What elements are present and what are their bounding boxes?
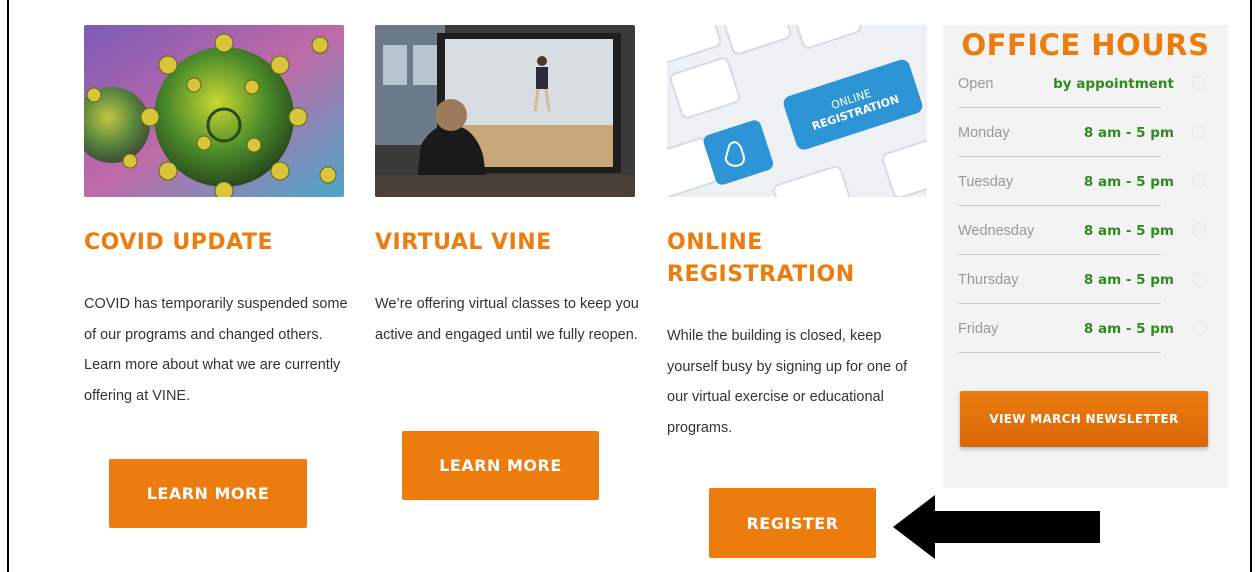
card-title: ONLINE REGISTRATION — [667, 230, 855, 287]
hours-row-wednesday: Wednesday 8 am - 5 pm — [958, 205, 1206, 255]
virtual-class-photo — [375, 25, 635, 197]
arrow-left-icon — [893, 495, 1100, 559]
card-description: While the building is closed, keep yours… — [667, 328, 908, 436]
keyboard-illustration: ONLINE REGISTRATION — [667, 25, 927, 197]
hours-row-friday: Friday 8 am - 5 pm — [958, 303, 1206, 353]
clock-icon — [1192, 223, 1206, 237]
clock-icon — [1192, 76, 1206, 90]
hours-time: 8 am - 5 pm — [1083, 223, 1174, 239]
hours-day: Open — [958, 76, 994, 92]
hours-time: 8 am - 5 pm — [1083, 125, 1174, 141]
virtual-class-image[interactable] — [375, 25, 635, 197]
hours-day: Thursday — [958, 272, 1019, 288]
card-title: COVID UPDATE — [84, 230, 273, 255]
hours-row-tuesday: Tuesday 8 am - 5 pm — [958, 156, 1206, 206]
hours-row-monday: Monday 8 am - 5 pm — [958, 107, 1206, 157]
covid-learn-more-button[interactable]: LEARN MORE — [109, 459, 307, 528]
card-description: COVID has temporarily suspended some of … — [84, 296, 348, 404]
clock-icon — [1192, 321, 1206, 335]
online-registration-keyboard-image[interactable]: ONLINE REGISTRATION — [667, 25, 927, 197]
clock-icon — [1192, 272, 1206, 286]
hours-time: 8 am - 5 pm — [1083, 174, 1174, 190]
hours-row-thursday: Thursday 8 am - 5 pm — [958, 254, 1206, 304]
hours-row-open: Open by appointment — [958, 58, 1206, 108]
card-description: We’re offering virtual classes to keep y… — [375, 296, 639, 343]
clock-icon — [1192, 125, 1206, 139]
coronavirus-illustration — [84, 25, 344, 197]
view-newsletter-button[interactable]: VIEW MARCH NEWSLETTER — [960, 391, 1208, 447]
hours-day: Wednesday — [958, 223, 1035, 239]
clock-icon — [1192, 174, 1206, 188]
virtual-vine-learn-more-button[interactable]: LEARN MORE — [402, 431, 599, 500]
hours-time: by appointment — [1053, 76, 1174, 92]
hours-day: Friday — [958, 321, 999, 337]
hours-day: Tuesday — [958, 174, 1014, 190]
register-button[interactable]: REGISTER — [709, 488, 876, 558]
hours-day: Monday — [958, 125, 1010, 141]
hours-time: 8 am - 5 pm — [1083, 272, 1174, 288]
card-title: VIRTUAL VINE — [375, 230, 552, 255]
hours-time: 8 am - 5 pm — [1083, 321, 1174, 337]
office-hours-panel: OFFICE HOURS Open by appointment Monday … — [943, 25, 1228, 488]
coronavirus-image[interactable] — [84, 25, 344, 197]
